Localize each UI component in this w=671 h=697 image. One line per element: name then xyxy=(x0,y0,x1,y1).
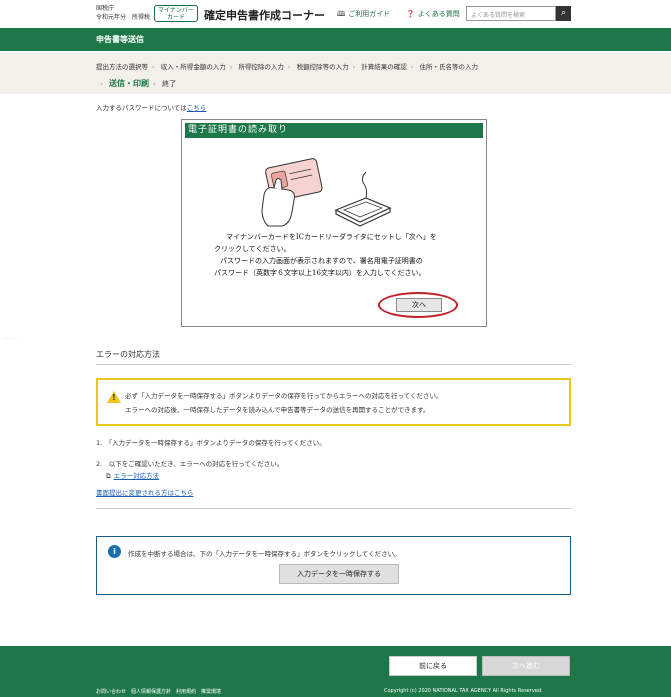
breadcrumb-current: 送信・印刷 xyxy=(109,79,150,88)
warning-line: 必ず「入力データを一時保存する」ボタンよりデータの保存を行ってからエラーへの対応… xyxy=(125,392,443,400)
certificate-read-dialog: 電子証明書の読み取り マイナンバーカードをICカードリーダライタにセットし「次へ… xyxy=(181,119,487,327)
info-box: i 作成を中断する場合は、下の「入力データを一時保存する」ボタンをクリックしてく… xyxy=(96,536,571,595)
question-icon: ❓ xyxy=(406,10,415,18)
breadcrumb-step: 所得控除の入力 xyxy=(238,63,284,71)
divider xyxy=(96,508,571,509)
error-help-label: エラー対応方法 xyxy=(113,472,160,480)
dialog-message-line: パスワードの入力画面が表示されますので、署名用電子証明書の xyxy=(220,257,423,265)
magnifier-icon: ⌕ xyxy=(560,8,567,18)
user-guide-label: ご利用ガイド xyxy=(348,10,391,18)
back-button[interactable]: 前に戻る xyxy=(389,656,477,676)
search-button[interactable]: ⌕ xyxy=(556,6,571,21)
mynumber-card-badge: マイナンバー カード xyxy=(154,5,198,22)
section-title: 申告書等送信 xyxy=(96,35,144,44)
site-title: 確定申告書作成コーナー xyxy=(204,9,325,22)
chevron-right-icon: › xyxy=(152,63,155,71)
highlight-circle xyxy=(378,292,458,318)
save-temp-data-button[interactable]: 入力データを一時保存する xyxy=(279,564,399,584)
next-step-button[interactable]: 次へ進む xyxy=(482,656,570,676)
copyright: Copyright (c) 2020 NATIONAL TAX AGENCY A… xyxy=(384,688,543,694)
chevron-right-icon: › xyxy=(229,63,233,71)
user-guide-link[interactable]: 🕮 ご利用ガイド xyxy=(337,9,390,21)
faq-link[interactable]: ❓ よくある質問 xyxy=(406,9,460,19)
dialog-message-line: クリックしてください。 xyxy=(214,245,291,253)
book-icon: 🕮 xyxy=(337,10,346,18)
error-help-link[interactable]: ⧉ エラー対応方法 xyxy=(106,471,159,481)
info-icon: i xyxy=(108,545,121,558)
chevron-right-icon: › xyxy=(410,63,414,71)
chevron-right-icon: › xyxy=(352,63,356,71)
breadcrumb: 提出方法の選択等 › 収入・所得金額の入力 › 所得控除の入力 › 税額控除等の入力 ›… xyxy=(0,53,671,94)
chevron-right-icon: › xyxy=(287,63,291,71)
dialog-message: マイナンバーカードをICカードリーダライタにセットし「次へ」を クリックしてくだ… xyxy=(182,231,488,279)
footer-links[interactable]: お問い合わせ 個人情報保護方針 利用規約 推奨環境 xyxy=(96,688,221,695)
site-header: 国税庁 令和元年分 所得税 マイナンバー カード 確定申告書作成コーナー 🕮 ご利… xyxy=(0,0,671,28)
warning-icon: ! xyxy=(107,391,121,403)
breadcrumb-step: 収入・所得金額の入力 xyxy=(160,63,226,71)
tax-year: 令和元年分 所得税 xyxy=(96,14,151,21)
password-note-text: 入力するパスワードについては xyxy=(96,104,187,112)
breadcrumb-step: 計算結果の確認 xyxy=(361,63,407,71)
badge-line2: カード xyxy=(166,14,185,21)
password-info-link[interactable]: こちら xyxy=(187,104,207,112)
badge-line1: マイナンバー xyxy=(158,7,194,14)
info-text: 作成を中断する場合は、下の「入力データを一時保存する」ボタンをクリックしてくださ… xyxy=(128,550,401,558)
password-note: 入力するパスワードについてはこちら xyxy=(96,102,206,112)
chevron-right-icon: › xyxy=(100,80,103,88)
dialog-message-line: パスワード（英数字６文字以上16文字以内）を入力してください。 xyxy=(214,269,426,277)
error-section-heading: エラーの対応方法 xyxy=(96,350,160,359)
warning-box: ! 必ず「入力データを一時保存する」ボタンよりデータの保存を行ってからエラーへの… xyxy=(96,378,571,426)
breadcrumb-step: 住所・氏名等の入力 xyxy=(419,63,478,71)
artifact-dots: · · · · · · · xyxy=(2,336,19,341)
card-reader-illustration xyxy=(261,158,392,227)
dialog-title: 電子証明書の読み取り xyxy=(185,123,483,138)
section-bar: 申告書等送信 xyxy=(0,28,671,51)
breadcrumb-step: 終了 xyxy=(162,80,177,88)
step-1: 1. 「入力データを一時保存する」ボタンよりデータの保存を行ってください。 xyxy=(96,439,326,447)
paper-submission-link[interactable]: 書面提出に変更される方はこちら xyxy=(96,488,194,498)
warning-line: エラーへの対応後、一時保存したデータを読み込んで申告書等データの送信を再開するこ… xyxy=(125,406,430,414)
breadcrumb-step: 提出方法の選択等 xyxy=(96,63,148,71)
dialog-message-line: マイナンバーカードをICカードリーダライタにセットし「次へ」を xyxy=(226,233,437,241)
footer-nav: 前に戻る 次へ進む xyxy=(0,646,671,686)
divider xyxy=(96,364,571,365)
warning-text: 必ず「入力データを一時保存する」ボタンよりデータの保存を行ってからエラーへの対応… xyxy=(125,389,443,417)
agency-name: 国税庁 xyxy=(96,5,115,12)
breadcrumb-step: 税額控除等の入力 xyxy=(296,63,349,71)
breadcrumb-steps: 提出方法の選択等 › 収入・所得金額の入力 › 所得控除の入力 › 税額控除等の入力 ›… xyxy=(96,61,478,71)
breadcrumb-current-row: › 送信・印刷 › 終了 xyxy=(96,78,176,89)
step-2: 2. 以下をご確認いただき、エラーへの対応を行ってください。 xyxy=(96,460,284,468)
external-window-icon: ⧉ xyxy=(106,472,111,480)
site-footer: お問い合わせ 個人情報保護方針 利用規約 推奨環境 Copyright (c) … xyxy=(0,686,671,697)
faq-label: よくある質問 xyxy=(417,10,460,18)
chevron-right-icon: › xyxy=(153,80,156,88)
faq-search-input[interactable]: よくある質問を検索 xyxy=(466,6,556,21)
agency-logo: 国税庁 令和元年分 所得税 xyxy=(96,4,150,22)
